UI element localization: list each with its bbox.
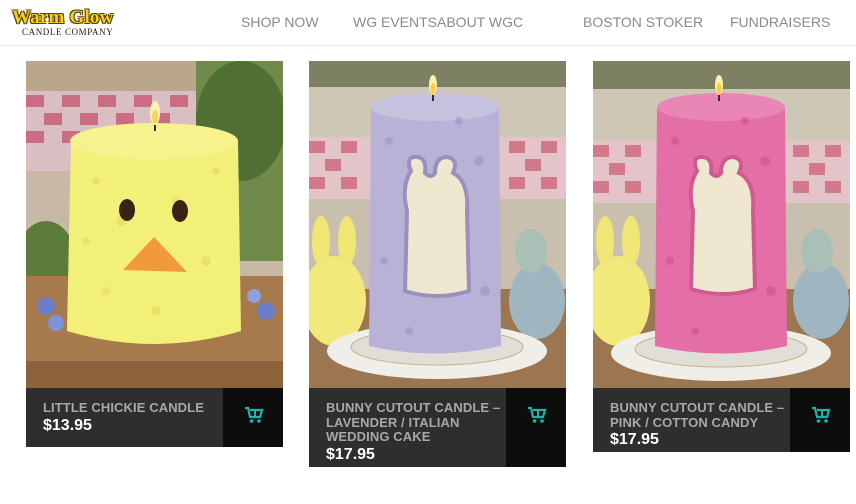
product-info: BUNNY CUTOUT CANDLE – LAVENDER / ITALIAN…	[309, 388, 566, 467]
brand-logo[interactable]: Warm Glow CANDLE COMPANY	[12, 8, 124, 38]
cart-icon	[245, 406, 264, 423]
product-card: BUNNY CUTOUT CANDLE – LAVENDER / ITALIAN…	[309, 61, 566, 467]
site-header: Warm Glow CANDLE COMPANY SHOP NOW WG EVE…	[0, 0, 856, 46]
product-info: BUNNY CUTOUT CANDLE – PINK / COTTON CAND…	[593, 388, 850, 452]
add-to-cart-button[interactable]	[790, 388, 850, 452]
product-price: $17.95	[326, 445, 375, 463]
product-image-chick-candle[interactable]	[26, 61, 283, 388]
product-card: LITTLE CHICKIE CANDLE $13.95	[26, 61, 283, 447]
add-to-cart-button[interactable]	[506, 388, 566, 467]
cart-icon	[528, 406, 547, 423]
product-name[interactable]: BUNNY CUTOUT CANDLE – LAVENDER / ITALIAN…	[326, 400, 501, 445]
logo-wordmark: Warm Glow	[12, 7, 114, 28]
product-card: BUNNY CUTOUT CANDLE – PINK / COTTON CAND…	[593, 61, 850, 452]
product-price: $13.95	[43, 416, 92, 434]
product-info: LITTLE CHICKIE CANDLE $13.95	[26, 388, 283, 447]
product-name[interactable]: BUNNY CUTOUT CANDLE – PINK / COTTON CAND…	[610, 400, 785, 430]
product-image-bunny-pink[interactable]	[593, 61, 850, 388]
add-to-cart-button[interactable]	[223, 388, 283, 447]
nav-shop-now[interactable]: SHOP NOW	[241, 14, 319, 30]
product-price: $17.95	[610, 431, 659, 448]
cart-icon	[812, 406, 831, 423]
nav-wg-events[interactable]: WG EVENTS	[353, 14, 437, 30]
product-image-bunny-lavender[interactable]	[309, 61, 566, 388]
nav-fundraisers[interactable]: FUNDRAISERS	[730, 14, 830, 30]
product-name[interactable]: LITTLE CHICKIE CANDLE	[43, 400, 218, 416]
nav-boston-stoker[interactable]: BOSTON STOKER	[583, 14, 703, 30]
nav-about-wgc[interactable]: ABOUT WGC	[437, 14, 523, 30]
logo-tagline: CANDLE COMPANY	[22, 27, 114, 37]
